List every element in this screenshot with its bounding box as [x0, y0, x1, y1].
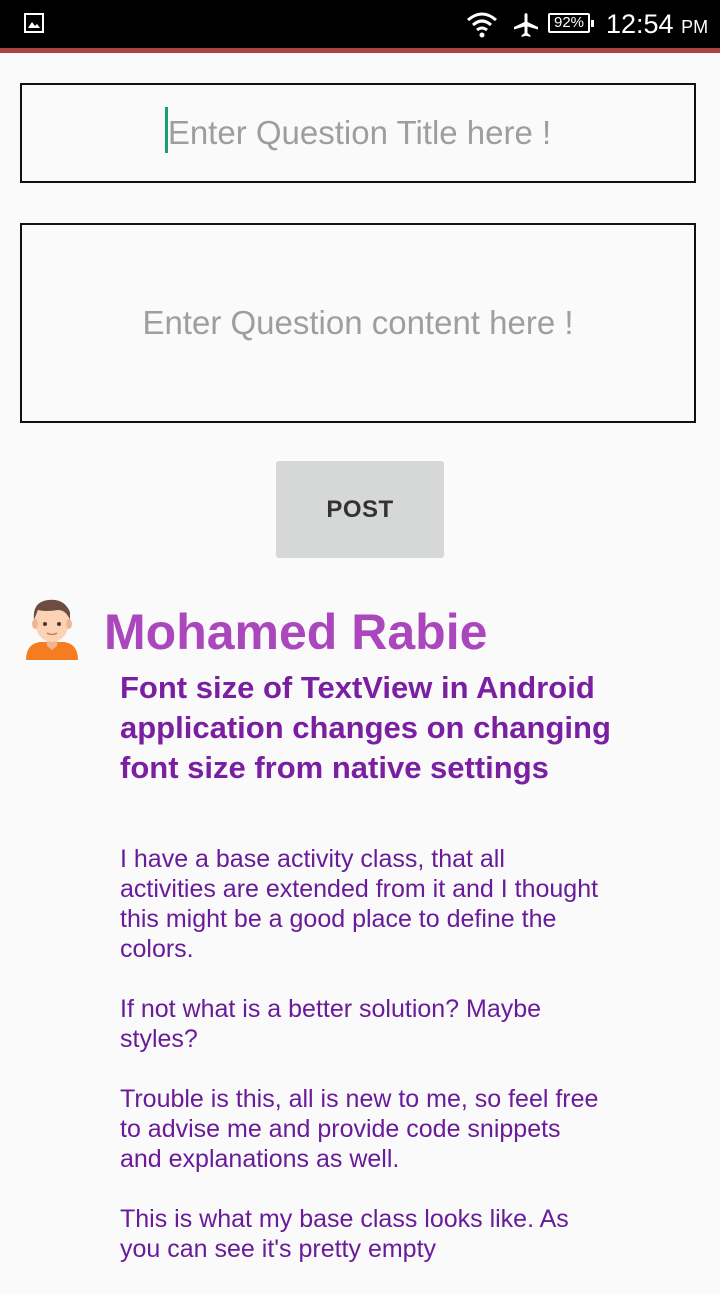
status-bar: 92% 12:54 PM [0, 0, 720, 48]
clock: 12:54 PM [606, 8, 708, 40]
post-button[interactable]: POST [276, 461, 444, 558]
author-name[interactable]: Mohamed Rabie [104, 600, 487, 664]
airplane-mode-icon [514, 13, 538, 37]
question-body: I have a base activity class, that all a… [120, 844, 600, 1294]
clock-time: 12:54 [606, 9, 674, 39]
question-content-input[interactable]: Enter Question content here ! [20, 223, 696, 423]
question-title-input[interactable]: Enter Question Title here ! [20, 83, 696, 183]
question-body-paragraph: Trouble is this, all is new to me, so fe… [120, 1085, 599, 1173]
clock-ampm: PM [681, 17, 709, 37]
user-avatar-icon [26, 599, 78, 660]
question-body-paragraph: I have a base activity class, that all a… [120, 845, 599, 963]
text-caret [164, 107, 168, 153]
app-bar-accent [0, 48, 720, 53]
question-body-paragraph: This is what my base class looks like. A… [120, 1205, 569, 1263]
wifi-icon [467, 12, 497, 38]
question-title[interactable]: Font size of TextView in Android applica… [120, 668, 620, 788]
question-content-placeholder: Enter Question content here ! [142, 304, 574, 341]
gallery-icon [24, 13, 44, 33]
battery-indicator: 92% [548, 13, 594, 33]
question-title-placeholder: Enter Question Title here ! [167, 114, 552, 151]
question-body-paragraph: If not what is a better solution? Maybe … [120, 995, 542, 1053]
